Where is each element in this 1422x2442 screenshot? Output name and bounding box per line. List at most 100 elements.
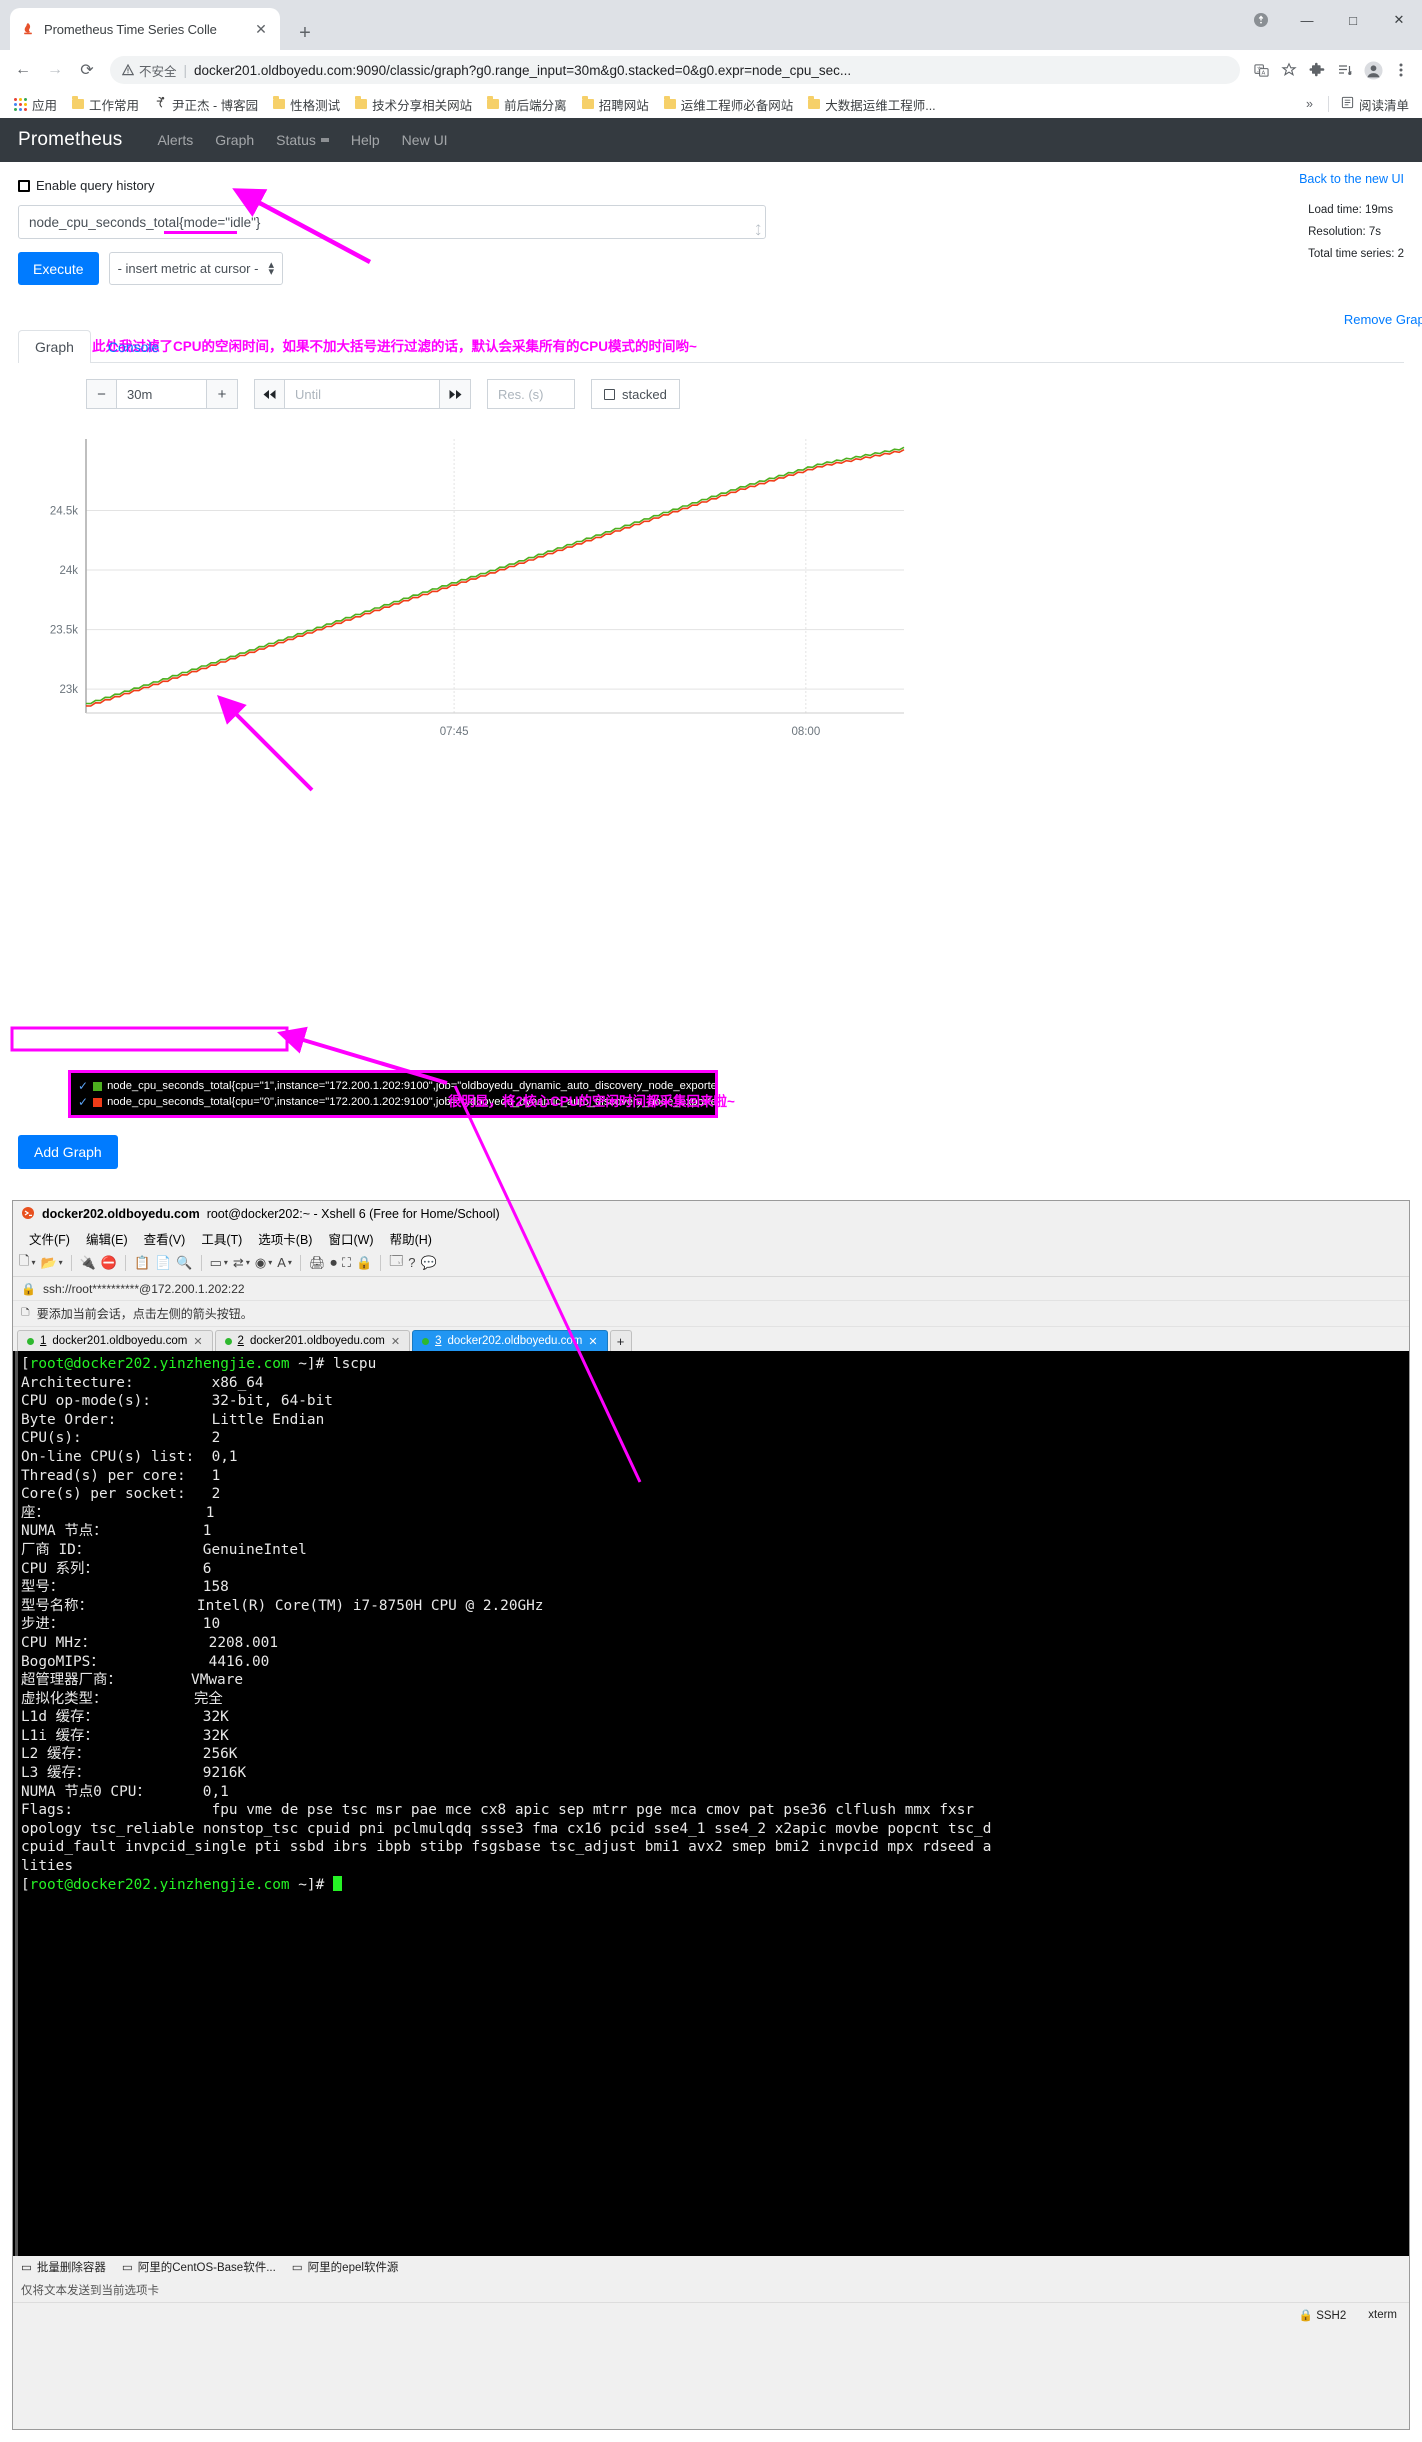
tab-close-icon[interactable]: ✕: [588, 1335, 597, 1348]
extensions-icon[interactable]: [1304, 57, 1330, 83]
remove-graph-link[interactable]: Remove Graph: [1344, 312, 1422, 327]
tab-close-icon[interactable]: ✕: [391, 1335, 400, 1348]
terminal-output[interactable]: [root@docker202.yinzhengjie.com ~]# lscp…: [13, 1351, 1409, 2256]
chrome-update-icon[interactable]: [1238, 0, 1284, 40]
find-icon[interactable]: 🔍: [176, 1255, 192, 1271]
insert-metric-select[interactable]: - insert metric at cursor - ▴ ▾: [108, 252, 283, 285]
paste-icon[interactable]: 📄: [155, 1255, 171, 1271]
tab-close-icon[interactable]: ✕: [252, 20, 270, 38]
time-back-button[interactable]: [254, 379, 285, 409]
fullscreen-icon[interactable]: ⛶: [342, 1255, 351, 1271]
bookmark-item[interactable]: 前后端分离: [481, 93, 573, 116]
menu-tools[interactable]: 工具(T): [193, 1229, 250, 1248]
range-input[interactable]: 30m: [117, 379, 207, 409]
forward-button[interactable]: →: [40, 55, 70, 85]
back-to-new-ui-link[interactable]: Back to the new UI: [1299, 172, 1404, 186]
browser-tab[interactable]: Prometheus Time Series Colle ✕: [10, 8, 280, 50]
bookmark-item[interactable]: 性格测试: [267, 93, 346, 116]
properties-icon[interactable]: 🗔: [389, 1252, 403, 1274]
minimize-button[interactable]: —: [1284, 0, 1330, 40]
nav-link-new-ui[interactable]: New UI: [391, 132, 459, 148]
bookmarks-overflow-button[interactable]: »: [1298, 97, 1321, 111]
address-bar[interactable]: 不安全 | docker201.oldboyedu.com:9090/class…: [110, 56, 1240, 84]
query-history-checkbox[interactable]: [18, 179, 30, 192]
time-forward-button[interactable]: [440, 379, 471, 409]
open-folder-icon[interactable]: 📂 ▾: [40, 1255, 62, 1271]
help-icon[interactable]: ?: [408, 1255, 415, 1270]
close-window-button[interactable]: ✕: [1376, 0, 1422, 40]
stacked-checkbox[interactable]: [604, 388, 615, 400]
bookmark-item[interactable]: 大数据运维工程师...: [802, 93, 941, 116]
bookmark-label: 尹正杰 - 博客园: [172, 98, 259, 113]
record-icon[interactable]: ⏺: [330, 1255, 337, 1271]
tab-close-icon[interactable]: ✕: [193, 1335, 202, 1348]
copy-icon[interactable]: 📋: [134, 1255, 150, 1271]
nav-link-graph[interactable]: Graph: [204, 132, 265, 148]
menu-edit[interactable]: 编辑(E): [78, 1229, 136, 1248]
bookmark-item[interactable]: 工作常用: [66, 93, 145, 116]
menu-window[interactable]: 窗口(W): [320, 1229, 381, 1248]
resize-handle-icon[interactable]: ⤡: [750, 223, 766, 238]
menu-help[interactable]: 帮助(H): [382, 1229, 440, 1248]
xshell-new-tab-button[interactable]: +: [609, 1330, 632, 1351]
menu-kebab-icon[interactable]: [1388, 57, 1414, 83]
bookmark-item[interactable]: 招聘网站: [576, 93, 655, 116]
lock-icon[interactable]: 🔒: [356, 1255, 372, 1271]
disconnect-icon[interactable]: ⛔: [101, 1255, 117, 1271]
xshell-tab-1[interactable]: 1 docker201.oldboyedu.com ✕: [17, 1330, 213, 1351]
reading-list-button[interactable]: 阅读清单: [1336, 93, 1414, 116]
new-session-icon[interactable]: 🗋 ▾: [19, 1252, 35, 1274]
xshell-tab-3[interactable]: 3 docker202.oldboyedu.com ✕: [412, 1330, 608, 1351]
connect-icon[interactable]: 🔌: [80, 1255, 96, 1271]
back-button[interactable]: ←: [8, 55, 38, 85]
not-secure-badge[interactable]: 不安全: [122, 61, 177, 80]
transfer-icon[interactable]: ⇄ ▾: [233, 1255, 250, 1271]
profile-icon[interactable]: [1360, 57, 1386, 83]
send-to-label: 仅将文本发送到当前选项卡: [21, 2285, 159, 2297]
send-to-bar[interactable]: 仅将文本发送到当前选项卡: [13, 2278, 1409, 2302]
enable-query-history-row[interactable]: Enable query history: [18, 178, 1404, 193]
color-icon[interactable]: ◉ ▾: [255, 1255, 272, 1271]
graph-controls: − 30m + Until Res. (s) stacked: [86, 379, 1404, 409]
nav-link-status[interactable]: Status: [265, 132, 340, 148]
nav-link-help[interactable]: Help: [340, 132, 391, 148]
quick-command-2[interactable]: ▭ 阿里的CentOS-Base软件...: [122, 2259, 276, 2275]
maximize-button[interactable]: □: [1330, 0, 1376, 40]
xshell-tab-2[interactable]: 2 docker201.oldboyedu.com ✕: [214, 1330, 411, 1351]
add-graph-button[interactable]: Add Graph: [18, 1135, 118, 1169]
bookmark-star-icon[interactable]: [1276, 57, 1302, 83]
menu-view[interactable]: 查看(V): [136, 1229, 194, 1248]
quick-command-3[interactable]: ▭ 阿里的epel软件源: [292, 2259, 399, 2275]
xshell-address-bar[interactable]: 🔒 ssh://root**********@172.200.1.202:22: [13, 1277, 1409, 1301]
range-decrease-button[interactable]: −: [86, 379, 117, 409]
translate-icon[interactable]: 文A: [1248, 57, 1274, 83]
quick-command-1[interactable]: ▭ 批量删除容器: [21, 2259, 106, 2275]
tab-console[interactable]: Console: [91, 330, 176, 363]
bookmark-item[interactable]: 技术分享相关网站: [349, 93, 478, 116]
comment-icon[interactable]: 💬: [421, 1255, 437, 1271]
legend-check-icon[interactable]: ✓: [78, 1095, 88, 1109]
bookmark-apps[interactable]: 应用: [8, 93, 63, 116]
layout-icon[interactable]: ▭ ▾: [210, 1255, 228, 1271]
bookmark-item[interactable]: 尹正杰 - 博客园: [148, 93, 264, 116]
execute-button[interactable]: Execute: [18, 252, 99, 285]
reload-button[interactable]: ⟳: [72, 55, 102, 85]
bookmark-item[interactable]: 运维工程师必备网站: [658, 93, 800, 116]
tab-graph[interactable]: Graph: [18, 330, 91, 363]
legend-check-icon[interactable]: ✓: [78, 1079, 88, 1093]
graph-plot[interactable]: 23k 23.5k 24k 24.5k 07:45 08:00: [18, 431, 1404, 761]
log-icon[interactable]: 🖨: [309, 1255, 326, 1271]
font-icon[interactable]: A ▾: [277, 1255, 292, 1270]
menu-file[interactable]: 文件(F): [21, 1229, 78, 1248]
reading-list-icon[interactable]: [1332, 57, 1358, 83]
new-tab-button[interactable]: +: [288, 16, 322, 50]
menu-tabs[interactable]: 选项卡(B): [250, 1229, 320, 1248]
resolution-input[interactable]: Res. (s): [487, 379, 575, 409]
range-increase-button[interactable]: +: [207, 379, 238, 409]
prometheus-brand[interactable]: Prometheus: [18, 129, 122, 151]
stacked-toggle[interactable]: stacked: [591, 379, 680, 409]
expression-input[interactable]: node_cpu_seconds_total{mode="idle"} ⤡: [18, 205, 766, 239]
until-input[interactable]: Until: [285, 379, 440, 409]
nav-link-alerts[interactable]: Alerts: [146, 132, 204, 148]
divider: [125, 1254, 127, 1271]
